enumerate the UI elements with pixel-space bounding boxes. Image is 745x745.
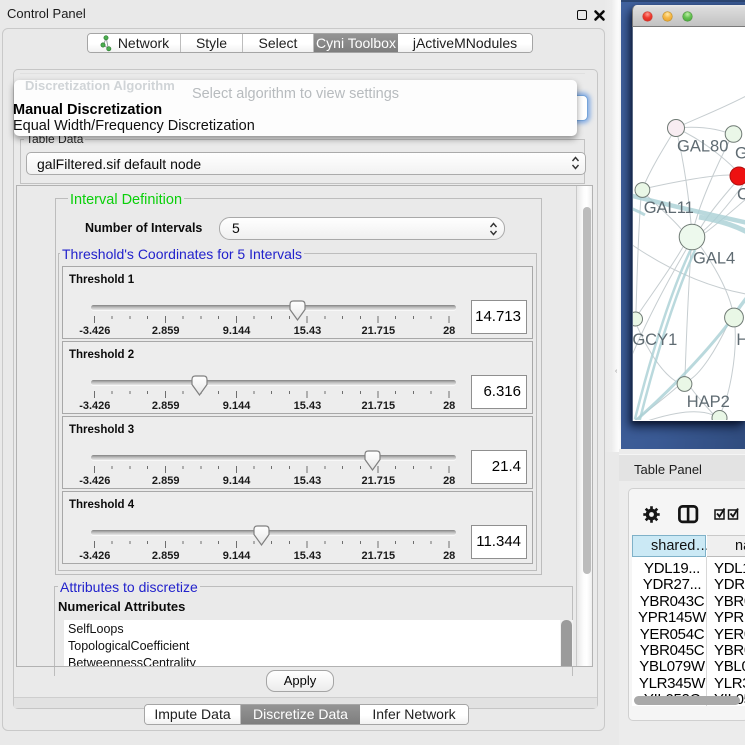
svg-text:HAP2: HAP2 (687, 393, 730, 411)
svg-text:C: C (737, 186, 745, 204)
svg-text:GCY1: GCY1 (633, 331, 677, 349)
svg-text:GAL4: GAL4 (693, 250, 735, 268)
svg-text:GA: GA (735, 145, 745, 163)
svg-text:H: H (736, 331, 745, 349)
svg-text:GAL11: GAL11 (644, 199, 694, 217)
svg-text:GAL80: GAL80 (677, 138, 728, 156)
